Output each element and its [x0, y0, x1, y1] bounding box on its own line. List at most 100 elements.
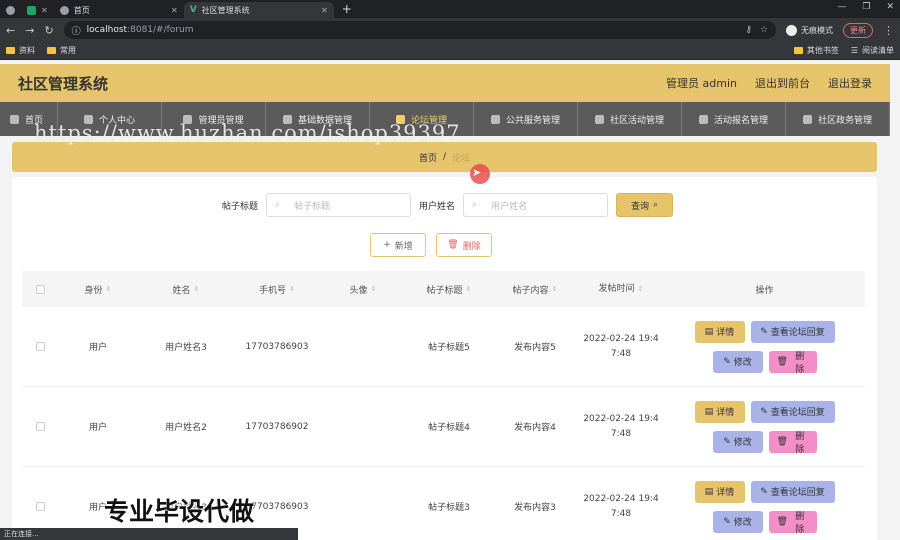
sort-icon: ⇕: [105, 285, 112, 293]
nav-community-activity[interactable]: 社区活动管理: [578, 102, 682, 136]
bookmark-folder[interactable]: 资料: [6, 45, 35, 56]
view-replies-button[interactable]: ✎ 查看论坛回复: [750, 480, 835, 503]
cell-avatar: [320, 387, 406, 466]
incognito-profile[interactable]: 无痕模式: [786, 24, 833, 36]
delete-button[interactable]: 🗑 删除: [768, 430, 817, 455]
logout-link[interactable]: 退出登录: [828, 75, 872, 91]
user-search-label: 用户姓名: [419, 201, 456, 212]
detail-icon: ▤: [704, 486, 714, 497]
edit-icon: ✎: [723, 436, 731, 447]
batch-delete-button[interactable]: 🗑 删除: [436, 233, 492, 257]
edit-icon: ✎: [723, 516, 731, 527]
cell-title: 帖子标题4: [428, 423, 470, 433]
select-all-checkbox[interactable]: [35, 284, 45, 294]
globe-icon: [59, 5, 69, 15]
detail-button[interactable]: ▤ 详情: [694, 320, 745, 343]
minimize-icon[interactable]: —: [837, 2, 846, 12]
bookmark-folder[interactable]: 常用: [47, 45, 76, 56]
browser-tab-active[interactable]: V 社区管理系统 ✕: [183, 2, 334, 18]
search-icon: ⌕: [653, 200, 659, 210]
user-search-input[interactable]: ⌕ 用户姓名: [463, 193, 609, 217]
edit-button[interactable]: ✎ 修改: [712, 350, 763, 373]
close-icon[interactable]: ✕: [41, 6, 48, 15]
app: 社区管理系统 管理员 admin 退出到前台 退出登录 首页 个人中心 管理员管…: [0, 60, 900, 540]
column-header[interactable]: 帖子内容 ⇕: [492, 271, 578, 307]
user-icon: [698, 114, 708, 124]
delete-button[interactable]: 🗑 删除: [768, 510, 817, 535]
back-icon[interactable]: ←: [6, 24, 15, 37]
status-bar: 正在连接...: [0, 528, 298, 540]
edit-icon: ✎: [760, 406, 768, 417]
close-icon[interactable]: ✕: [321, 6, 328, 15]
trash-icon: 🗑: [447, 240, 459, 250]
cell-avatar: [320, 307, 406, 386]
detail-button[interactable]: ▤ 详情: [694, 400, 745, 423]
breadcrumb-home[interactable]: 首页: [419, 151, 437, 164]
key-icon[interactable]: ⚷: [745, 25, 752, 35]
cell-title: 帖子标题5: [428, 343, 470, 353]
row-checkbox[interactable]: [35, 422, 45, 431]
column-header[interactable]: 姓名 ⇕: [138, 271, 234, 307]
view-replies-button[interactable]: ✎ 查看论坛回复: [750, 400, 835, 423]
column-header[interactable]: 头像 ⇕: [320, 271, 406, 307]
row-checkbox[interactable]: [35, 502, 45, 511]
nav-forum-management[interactable]: 论坛管理: [370, 102, 474, 136]
sort-icon: ⇕: [289, 285, 295, 293]
menu-icon[interactable]: ⋮: [883, 24, 894, 37]
detail-icon: ▤: [704, 326, 714, 337]
nav-public-service[interactable]: 公共服务管理: [474, 102, 578, 136]
title-search-input[interactable]: ⌕ 帖子标题: [266, 193, 412, 217]
star-icon[interactable]: ☆: [760, 25, 768, 35]
bookmark-other[interactable]: 其他书签: [793, 45, 839, 56]
browser-tab-1[interactable]: [0, 2, 21, 18]
detail-button[interactable]: ▤ 详情: [694, 480, 745, 503]
search-icon: ⌕: [472, 200, 478, 210]
cell-content: 发布内容4: [514, 423, 556, 433]
admin-label: 管理员 admin: [666, 77, 737, 90]
nav-community-affairs[interactable]: 社区政务管理: [786, 102, 890, 136]
add-button[interactable]: + 新增: [370, 233, 426, 257]
table-header: 身份 ⇕ 姓名 ⇕ 手机号 ⇕ 头像 ⇕ 帖子标题 ⇕ 帖子内容 ⇕ 发帖时间 ⇕ 操作: [22, 271, 865, 307]
edit-button[interactable]: ✎ 修改: [712, 430, 763, 453]
flag-icon: [802, 114, 812, 124]
browser-tab-2[interactable]: ✕: [21, 2, 54, 18]
edit-icon: ✎: [760, 326, 768, 337]
edit-button[interactable]: ✎ 修改: [712, 510, 763, 533]
back-to-front-link[interactable]: 退出到前台: [755, 75, 810, 91]
view-replies-button[interactable]: ✎ 查看论坛回复: [750, 320, 835, 343]
cell-name: 用户姓名2: [165, 423, 207, 433]
nav-basic-data[interactable]: 基础数据管理: [266, 102, 370, 136]
plus-icon: +: [383, 240, 391, 250]
browser-tab-3[interactable]: 首页 ✕: [54, 2, 184, 18]
nav-personal-center[interactable]: 个人中心: [58, 102, 162, 136]
edit-icon: ✎: [760, 486, 768, 497]
sort-icon: ⇕: [465, 285, 472, 293]
cell-content: 发布内容5: [514, 343, 556, 353]
column-header[interactable]: 帖子标题 ⇕: [406, 271, 492, 307]
user-icon: [183, 114, 193, 124]
nav-admin-management[interactable]: 管理员管理: [162, 102, 266, 136]
reading-list-icon: ☰: [850, 46, 858, 55]
column-header[interactable]: 身份 ⇕: [58, 271, 138, 307]
column-header[interactable]: 手机号 ⇕: [234, 271, 320, 307]
new-tab-button[interactable]: +: [334, 2, 360, 18]
cell-time: 2022-02-24 19:4 7:48: [583, 413, 659, 439]
breadcrumb-separator: /: [442, 152, 447, 162]
reload-icon[interactable]: ↻: [44, 24, 53, 37]
delete-button[interactable]: 🗑 删除: [768, 350, 817, 375]
window-close-icon[interactable]: ✕: [886, 2, 894, 12]
reading-list[interactable]: ☰ 阅读清单: [851, 45, 894, 56]
close-icon[interactable]: ✕: [171, 6, 178, 15]
row-checkbox[interactable]: [35, 342, 45, 351]
forward-icon[interactable]: →: [25, 24, 34, 37]
query-button[interactable]: 查询 ⌕: [616, 193, 674, 217]
url-input[interactable]: ⓘ localhost:8081/#/forum ⚷ ☆: [63, 21, 776, 39]
edit-icon: ✎: [723, 356, 731, 367]
nav-activity-signup[interactable]: 活动报名管理: [682, 102, 786, 136]
send-icon: [395, 114, 405, 124]
update-button[interactable]: 更新: [843, 22, 873, 38]
restore-icon[interactable]: ❐: [862, 2, 870, 12]
nav-home[interactable]: 首页: [0, 102, 58, 136]
promo-overlay-text: 专业毕设代做: [104, 497, 255, 526]
column-header[interactable]: 发帖时间 ⇕: [578, 271, 664, 307]
